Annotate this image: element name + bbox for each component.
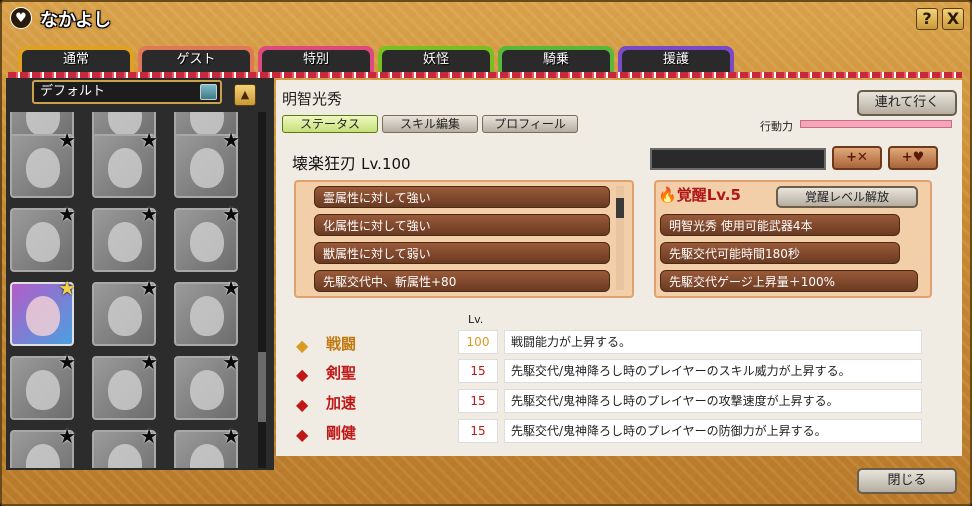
character-name: 明智光秀 <box>282 90 343 108</box>
awaken-effect: 先駆交代ゲージ上昇量＋100% <box>660 270 918 292</box>
star-icon: ★ <box>222 424 240 448</box>
attribute-scrollbar-thumb[interactable] <box>616 198 624 218</box>
list-scrollbar-thumb[interactable] <box>258 352 266 422</box>
star-icon: ★ <box>140 424 158 448</box>
character-avatar[interactable]: ★ <box>10 424 76 468</box>
character-avatar[interactable]: ★ <box>92 276 158 346</box>
character-avatar[interactable]: ★ <box>92 424 158 468</box>
attribute-item: 先駆交代中、斬属性+80 <box>314 270 610 292</box>
weapon-name: 壊楽狂刃 <box>292 154 357 173</box>
dropdown-icon <box>200 84 217 100</box>
skill-row: ◆ 戦闘 100 戦闘能力が上昇する。 <box>296 330 926 356</box>
character-avatar-selected[interactable]: ★ <box>10 276 76 346</box>
awaken-effect: 先駆交代可能時間180秒 <box>660 242 900 264</box>
skill-gem-icon: ◆ <box>296 395 309 414</box>
skill-gem-icon: ◆ <box>296 425 309 444</box>
character-avatar[interactable]: ★ <box>174 424 240 468</box>
level-header: Lv. <box>468 313 484 326</box>
star-icon: ★ <box>222 128 240 152</box>
skill-gem-icon: ◆ <box>296 365 309 384</box>
star-icon: ★ <box>58 202 76 226</box>
skill-level: 100 <box>458 330 498 354</box>
character-avatar[interactable]: ★ <box>10 202 76 272</box>
skill-description: 先駆交代/鬼神降ろし時のプレイヤーの攻撃速度が上昇する。 <box>504 389 922 413</box>
character-avatar[interactable]: ★ <box>10 350 76 420</box>
tab-support[interactable]: 援護 <box>618 46 734 74</box>
star-icon: ★ <box>140 202 158 226</box>
star-icon: ★ <box>140 276 158 300</box>
titlebar: ♥ なかよし ? X <box>2 2 970 34</box>
star-icon: ★ <box>140 128 158 152</box>
character-grid: ★ ★ ★ ★ ★ ★ ★ ★ ★ ★ ★ ★ ★ ★ ★ ★ ★ ★ <box>10 112 254 468</box>
skill-name: 剣聖 <box>326 364 357 382</box>
star-icon: ★ <box>222 276 240 300</box>
skill-level: 15 <box>458 389 498 413</box>
character-avatar[interactable]: ★ <box>92 202 158 272</box>
star-icon: ★ <box>222 350 240 374</box>
star-icon: ★ <box>140 350 158 374</box>
name-input[interactable] <box>650 148 826 170</box>
awaken-unlock-button[interactable]: 覚醒レベル解放 <box>776 186 918 208</box>
skill-level: 15 <box>458 359 498 383</box>
sort-order-button[interactable]: ▲ <box>234 84 256 106</box>
star-icon: ★ <box>58 350 76 374</box>
awaken-level: 🔥覚醒Lv.5 <box>658 186 741 204</box>
subtab-profile[interactable]: プロフィール <box>482 115 578 133</box>
close-button-footer[interactable]: 閉じる <box>857 468 957 494</box>
weapon-level: Lv.100 <box>361 155 411 173</box>
skill-name: 戦闘 <box>326 335 357 353</box>
close-button[interactable]: X <box>942 8 964 30</box>
skill-row: ◆ 剛健 15 先駆交代/鬼神降ろし時のプレイヤーの防御力が上昇する。 <box>296 419 926 445</box>
subtab-skill-edit[interactable]: スキル編集 <box>382 115 478 133</box>
tab-normal[interactable]: 通常 <box>18 46 134 74</box>
character-avatar[interactable]: ★ <box>92 128 158 198</box>
heart-icon: ♥ <box>10 7 32 29</box>
star-icon: ★ <box>58 128 76 152</box>
skill-row: ◆ 加速 15 先駆交代/鬼神降ろし時のプレイヤーの攻撃速度が上昇する。 <box>296 389 926 415</box>
weapon-title: 壊楽狂刃 Lv.100 <box>292 150 411 174</box>
attribute-scrollbar[interactable] <box>616 186 624 290</box>
tab-yokai[interactable]: 妖怪 <box>378 46 494 74</box>
skill-name: 加速 <box>326 394 357 412</box>
awaken-effect: 明智光秀 使用可能武器4本 <box>660 214 900 236</box>
skill-description: 先駆交代/鬼神降ろし時のプレイヤーのスキル威力が上昇する。 <box>504 359 922 383</box>
skill-description: 先駆交代/鬼神降ろし時のプレイヤーの防御力が上昇する。 <box>504 419 922 443</box>
skill-gem-icon: ◆ <box>296 336 309 355</box>
subtab-status[interactable]: ステータス <box>282 115 378 133</box>
character-avatar[interactable]: ★ <box>10 128 76 198</box>
character-avatar[interactable]: ★ <box>92 350 158 420</box>
tab-mount[interactable]: 騎乗 <box>498 46 614 74</box>
action-gauge <box>800 120 952 128</box>
add-x-button[interactable]: +✕ <box>832 146 882 170</box>
skill-level: 15 <box>458 419 498 443</box>
list-scrollbar[interactable] <box>258 112 266 468</box>
character-avatar[interactable]: ★ <box>174 350 240 420</box>
add-heart-button[interactable]: +♥ <box>888 146 938 170</box>
follow-button[interactable]: 連れて行く <box>857 90 957 116</box>
tab-guest[interactable]: ゲスト <box>138 46 254 74</box>
skill-description: 戦闘能力が上昇する。 <box>504 330 922 354</box>
attribute-item: 化属性に対して強い <box>314 214 610 236</box>
action-gauge-label: 行動力 <box>760 120 793 133</box>
character-avatar[interactable]: ★ <box>174 128 240 198</box>
star-icon: ★ <box>222 202 240 226</box>
help-button[interactable]: ? <box>916 8 938 30</box>
attribute-item: 霊属性に対して強い <box>314 186 610 208</box>
character-avatar[interactable]: ★ <box>174 276 240 346</box>
attribute-item: 獣属性に対して弱い <box>314 242 610 264</box>
window-title: なかよし <box>40 10 112 31</box>
skill-name: 剛健 <box>326 424 357 442</box>
skill-row: ◆ 剣聖 15 先駆交代/鬼神降ろし時のプレイヤーのスキル威力が上昇する。 <box>296 359 926 385</box>
star-icon: ★ <box>58 276 76 300</box>
fire-icon: 🔥 <box>658 186 677 204</box>
tab-special[interactable]: 特別 <box>258 46 374 74</box>
sort-dropdown[interactable]: デフォルト <box>32 80 222 104</box>
star-icon: ★ <box>58 424 76 448</box>
character-avatar[interactable]: ★ <box>174 202 240 272</box>
